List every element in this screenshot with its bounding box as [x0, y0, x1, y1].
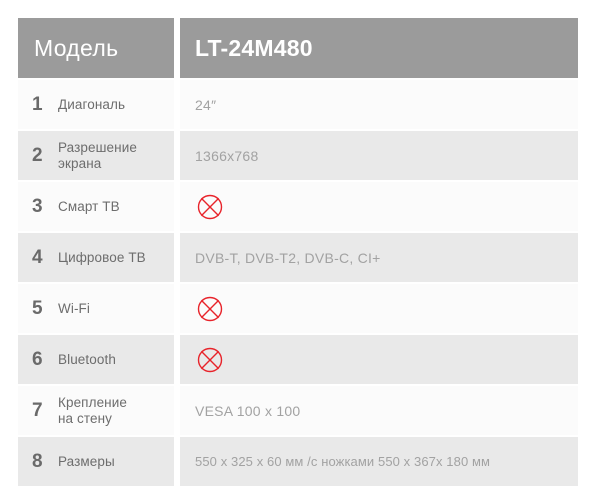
header-model-cell: LT-24M480 — [180, 18, 578, 78]
row-label-cell: 5 Wi-Fi — [18, 284, 174, 333]
row-label-cell: 8 Размеры — [18, 437, 174, 486]
circle-cross-icon — [197, 194, 223, 219]
table-row-5: 5 Wi-Fi — [18, 284, 578, 333]
table-header-row: Модель LT-24M480 — [18, 18, 578, 78]
row-label-cell: 4 Цифровое ТВ — [18, 233, 174, 282]
table-body: 1 Диагональ 24″ 2 Разрешение экрана 1366x… — [18, 80, 578, 486]
row-label: Диагональ — [58, 96, 126, 112]
row-value: 550 x 325 x 60 мм /с ножками 550 x 367x … — [195, 454, 491, 469]
row-value-cell — [180, 335, 578, 384]
circle-cross-icon — [197, 296, 223, 321]
row-value: 1366x768 — [195, 147, 259, 164]
row-value-cell: 550 x 325 x 60 мм /с ножками 550 x 367x … — [180, 437, 578, 486]
row-label-cell: 7 Крепление на стену — [18, 386, 174, 435]
row-number: 5 — [32, 297, 43, 319]
row-label: Размеры — [58, 453, 115, 469]
row-label: Смарт ТВ — [58, 198, 120, 214]
table-row-6: 6 Bluetooth — [18, 335, 578, 384]
row-label-cell: 6 Bluetooth — [18, 335, 174, 384]
row-value-cell: DVB-T, DVB-T2, DVB-C, CI+ — [180, 233, 578, 282]
header-title: Модель — [34, 34, 119, 61]
row-number: 4 — [32, 246, 43, 268]
table-row-7: 7 Крепление на стену VESA 100 x 100 — [18, 386, 578, 435]
row-value-cell: 24″ — [180, 80, 578, 129]
row-value-cell: VESA 100 x 100 — [180, 386, 578, 435]
row-value-cell — [180, 182, 578, 231]
row-label-cell: 1 Диагональ — [18, 80, 174, 129]
row-number: 1 — [32, 93, 43, 115]
table-row-2: 2 Разрешение экрана 1366x768 — [18, 131, 578, 180]
row-label: Цифровое ТВ — [58, 249, 146, 265]
row-label: Bluetooth — [58, 351, 116, 367]
row-number: 6 — [32, 348, 43, 370]
table-row-1: 1 Диагональ 24″ — [18, 80, 578, 129]
header-label-cell: Модель — [18, 18, 174, 78]
row-number: 2 — [32, 144, 43, 166]
row-value: DVB-T, DVB-T2, DVB-C, CI+ — [195, 249, 381, 266]
row-label: Разрешение экрана — [58, 139, 137, 171]
table-row-4: 4 Цифровое ТВ DVB-T, DVB-T2, DVB-C, CI+ — [18, 233, 578, 282]
row-value-cell: 1366x768 — [180, 131, 578, 180]
row-value-cell — [180, 284, 578, 333]
row-label-cell: 2 Разрешение экрана — [18, 131, 174, 180]
row-number: 8 — [32, 450, 43, 472]
row-number: 3 — [32, 195, 43, 217]
row-label: Wi-Fi — [58, 300, 90, 316]
row-value: VESA 100 x 100 — [195, 402, 301, 419]
specification-table: Модель LT-24M480 1 Диагональ 24″ 2 Разре… — [18, 18, 578, 486]
row-label: Крепление на стену — [58, 394, 127, 426]
table-row-3: 3 Смарт ТВ — [18, 182, 578, 231]
header-model-value: LT-24M480 — [195, 34, 313, 61]
table-row-8: 8 Размеры 550 x 325 x 60 мм /с ножками 5… — [18, 437, 578, 486]
row-number: 7 — [32, 399, 43, 421]
row-label-cell: 3 Смарт ТВ — [18, 182, 174, 231]
circle-cross-icon — [197, 347, 223, 372]
row-value: 24″ — [195, 96, 217, 113]
